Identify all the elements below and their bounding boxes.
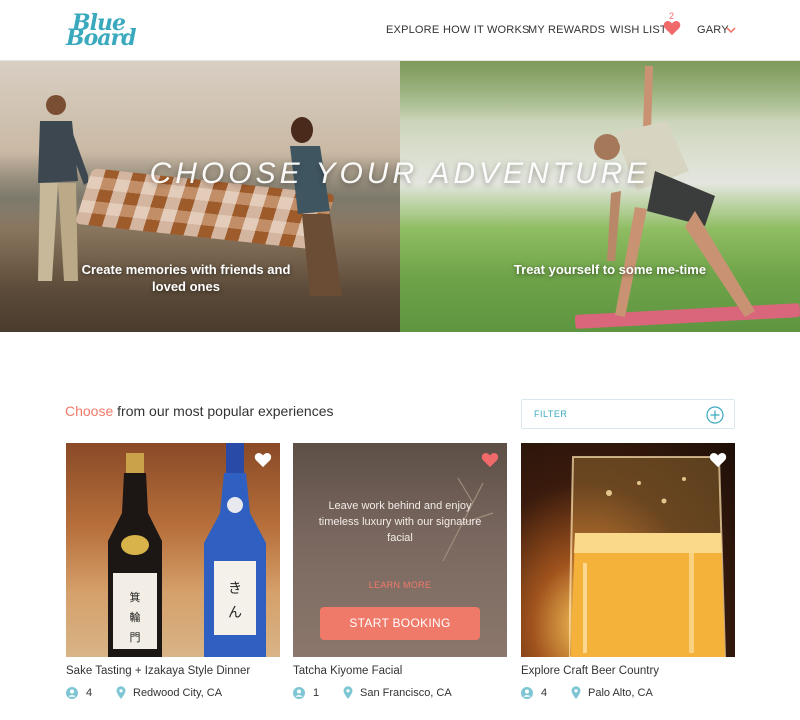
location-text: San Francisco, CA — [360, 687, 452, 699]
card-image[interactable]: 箕 輪 門 き ん — [66, 443, 280, 657]
card-meta: 4 Palo Alto, CA — [521, 686, 735, 706]
blueboard-logo[interactable]: Blue Board — [64, 10, 140, 51]
nav-explore[interactable]: EXPLORE — [386, 24, 439, 36]
location-text: Palo Alto, CA — [588, 687, 653, 699]
plus-circle-icon[interactable] — [706, 406, 724, 424]
card-meta: 4 Redwood City, CA — [66, 686, 280, 706]
wish-list-heart-icon[interactable] — [663, 19, 681, 37]
heart-icon[interactable] — [709, 452, 727, 468]
card-hover-description: Leave work behind and enjoy timeless lux… — [318, 500, 482, 544]
location-pin-icon — [571, 686, 581, 699]
site-header: Blue Board EXPLORE HOW IT WORKS MY REWAR… — [0, 0, 800, 61]
sake-bottle-image: き ん — [204, 443, 266, 657]
learn-more-link[interactable]: LEARN MORE — [293, 580, 507, 590]
card-meta: 1 San Francisco, CA — [293, 686, 507, 706]
person-icon — [66, 687, 78, 699]
person-image — [290, 117, 342, 296]
people-count: 4 — [86, 687, 93, 699]
nav-how-it-works[interactable]: HOW IT WORKS — [443, 24, 530, 36]
svg-text:輪: 輪 — [130, 610, 141, 624]
card-title[interactable]: Sake Tasting + Izakaya Style Dinner — [66, 665, 280, 677]
card-image[interactable]: Leave work behind and enjoy timeless lux… — [293, 443, 507, 657]
svg-text:箕: 箕 — [130, 590, 141, 604]
start-booking-button[interactable]: START BOOKING — [320, 607, 480, 640]
person-yoga-image — [594, 66, 755, 317]
svg-text:ん: ん — [228, 605, 242, 621]
section-title: Choose from our most popular experiences — [65, 403, 333, 419]
location-text: Redwood City, CA — [133, 687, 223, 699]
hero-title: CHOOSE YOUR ADVENTURE — [149, 157, 651, 190]
people-count: 4 — [541, 687, 548, 699]
card-image[interactable] — [521, 443, 735, 657]
experience-card[interactable]: Explore Craft Beer Country 4 Palo Alto, … — [521, 443, 735, 706]
location-pin-icon — [343, 686, 353, 699]
heart-icon[interactable] — [254, 452, 272, 468]
logo-line-2: Board — [66, 25, 136, 51]
svg-text:き: き — [228, 581, 242, 597]
beer-glass-image — [569, 456, 727, 657]
card-title[interactable]: Explore Craft Beer Country — [521, 665, 735, 677]
filter-label: FILTER — [534, 409, 568, 419]
location-pin-icon — [116, 686, 126, 699]
experience-card[interactable]: 箕 輪 門 き ん Sake Tasting + Izakaya Style D… — [66, 443, 280, 706]
people-count: 1 — [313, 687, 320, 699]
person-icon — [521, 687, 533, 699]
sake-bottle-image: 箕 輪 門 — [108, 453, 162, 657]
hero-right-caption[interactable]: Treat yourself to some me-time — [500, 261, 720, 278]
person-icon — [293, 687, 305, 699]
experience-card[interactable]: Leave work behind and enjoy timeless lux… — [293, 443, 507, 706]
hero-banner: CHOOSE YOUR ADVENTURE Create memories wi… — [0, 61, 800, 332]
person-image — [38, 95, 88, 281]
user-menu[interactable]: GARY — [697, 24, 729, 36]
chevron-down-icon[interactable] — [726, 26, 736, 34]
nav-wish-list[interactable]: WISH LIST — [610, 24, 667, 36]
section-title-accent: Choose — [65, 403, 114, 419]
filter-dropdown[interactable]: FILTER — [521, 399, 735, 429]
hero-left-caption[interactable]: Create memories with friends and loved o… — [80, 261, 292, 295]
section-title-rest: from our most popular experiences — [113, 403, 334, 419]
card-title[interactable]: Tatcha Kiyome Facial — [293, 665, 507, 677]
heart-icon[interactable] — [481, 452, 499, 468]
nav-my-rewards[interactable]: MY REWARDS — [528, 24, 605, 36]
svg-text:門: 門 — [130, 631, 141, 644]
